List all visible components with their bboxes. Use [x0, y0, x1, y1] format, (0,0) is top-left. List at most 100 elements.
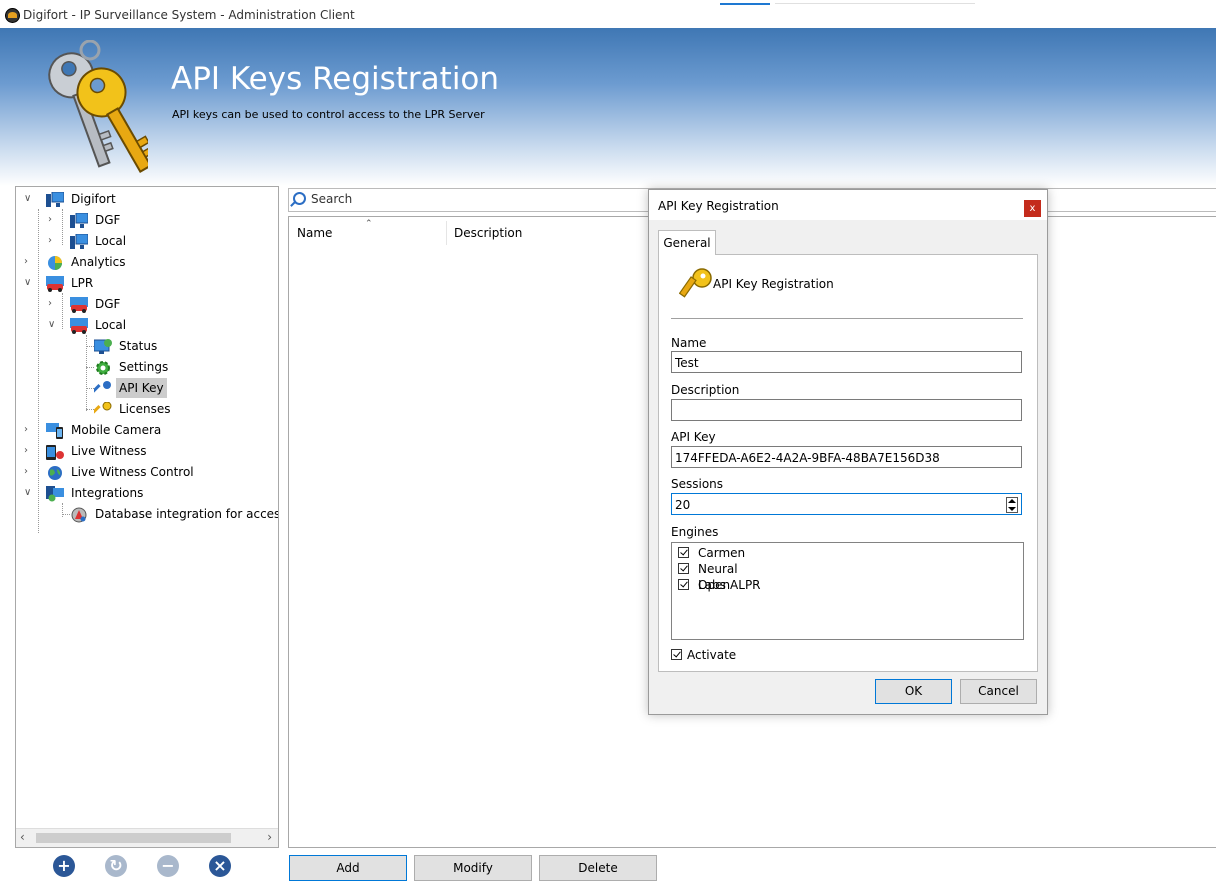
dialog-titlebar[interactable]: API Key Registration x	[649, 190, 1047, 220]
close-button[interactable]: x	[1024, 200, 1041, 217]
tree-horizontal-scrollbar[interactable]: ‹ ›	[16, 828, 278, 847]
tree-item-label: Analytics	[71, 255, 126, 269]
plus-icon: +	[57, 856, 71, 875]
page-subtitle: API keys can be used to control access t…	[172, 108, 485, 121]
tree-connector	[86, 367, 94, 368]
monitor-icon	[94, 339, 112, 354]
api-key-label: API Key	[671, 430, 716, 444]
titlebar-divider	[775, 3, 975, 4]
server-icon	[46, 192, 64, 207]
checkbox-checked-icon[interactable]	[678, 563, 689, 574]
cancel-button[interactable]: Cancel	[960, 679, 1037, 704]
window-title: Digifort - IP Surveillance System - Admi…	[23, 8, 355, 22]
tree-item-label: DGF	[95, 297, 121, 311]
description-label: Description	[671, 383, 740, 397]
spin-arrows-icon[interactable]	[1006, 497, 1018, 513]
key-icon	[94, 381, 111, 393]
tree-connector	[62, 293, 63, 329]
refresh-icon: ↻	[109, 856, 123, 875]
page-title: API Keys Registration	[171, 61, 500, 97]
expand-chevron-icon[interactable]: ›	[24, 420, 34, 440]
collapse-chevron-icon[interactable]: ∨	[24, 273, 34, 293]
close-icon: x	[1029, 203, 1036, 214]
tree-item-label: Local	[95, 234, 127, 248]
collapse-chevron-icon[interactable]: ∨	[24, 483, 34, 503]
checkbox-checked-icon[interactable]	[671, 649, 682, 660]
navigation-tree[interactable]: ∨ Digifort › DGF › Local › Analytics ∨ L…	[15, 186, 279, 848]
tree-item-label: Live Witness Control	[71, 465, 194, 479]
mobile-camera-icon	[46, 423, 63, 439]
expand-chevron-icon[interactable]: ›	[24, 441, 34, 461]
column-header-name[interactable]: Name	[297, 217, 332, 247]
sessions-value: 20	[675, 498, 691, 512]
separator	[671, 318, 1023, 319]
close-icon: ×	[213, 856, 227, 875]
api-key-field[interactable]: 174FFEDA-A6E2-4A2A-9BFA-48BA7E156D38	[671, 446, 1022, 468]
search-input[interactable]: Search	[311, 192, 352, 206]
window-titlebar: Digifort - IP Surveillance System - Admi…	[0, 0, 1216, 28]
collapse-chevron-icon[interactable]: ∨	[48, 315, 58, 335]
tree-item-label: Database integration for access c	[95, 507, 279, 521]
tree-item-label: Settings	[119, 360, 169, 374]
activate-label: Activate	[687, 648, 737, 662]
general-tab-panel: API Key Registration Name Test Descripti…	[658, 254, 1038, 672]
expand-chevron-icon[interactable]: ›	[24, 252, 34, 272]
tree-item-label: Live Witness	[71, 444, 147, 458]
add-node-button[interactable]: +	[53, 855, 75, 877]
api-key-registration-dialog[interactable]: API Key Registration x General API Key R…	[648, 189, 1048, 715]
tree-connector	[86, 409, 94, 410]
remove-node-button[interactable]: −	[157, 855, 179, 877]
name-label: Name	[671, 336, 707, 350]
delete-button[interactable]: Delete	[539, 855, 657, 881]
tree-item-label: LPR	[71, 276, 94, 290]
keys-icon	[48, 40, 148, 173]
search-icon	[293, 192, 306, 205]
sessions-label: Sessions	[671, 477, 724, 491]
server-icon	[70, 213, 88, 228]
checkbox-checked-icon[interactable]	[678, 547, 689, 558]
live-witness-icon	[46, 445, 64, 460]
tree-item-label: Integrations	[71, 486, 144, 500]
tree-item-label: Digifort	[71, 192, 116, 206]
add-button[interactable]: Add	[289, 855, 407, 881]
integrations-icon	[46, 486, 64, 502]
page-header: API Keys Registration API keys can be us…	[0, 28, 1216, 186]
tree-item-label: DGF	[95, 213, 121, 227]
tree-item-label: API Key	[116, 378, 167, 398]
expand-chevron-icon[interactable]: ›	[48, 294, 58, 314]
scroll-right-icon[interactable]: ›	[267, 830, 272, 844]
scrollbar-thumb[interactable]	[36, 833, 231, 843]
car-icon	[46, 276, 64, 292]
tree-connector	[86, 346, 94, 347]
tree-connector	[62, 514, 70, 515]
tab-general[interactable]: General	[658, 230, 716, 255]
tree-connector	[38, 209, 39, 533]
collapse-chevron-icon[interactable]: ∨	[24, 189, 34, 209]
expand-chevron-icon[interactable]: ›	[24, 462, 34, 482]
dialog-title: API Key Registration	[658, 199, 779, 213]
app-logo-icon	[5, 8, 20, 23]
tree-item-label: Mobile Camera	[71, 423, 162, 437]
engines-checklist[interactable]: Carmen Neural Labs OpenALPR	[671, 542, 1024, 640]
key-icon	[679, 268, 712, 298]
tree-connector	[62, 209, 63, 245]
engine-label: Carmen	[698, 546, 746, 560]
expand-chevron-icon[interactable]: ›	[48, 231, 58, 251]
car-icon	[70, 297, 88, 313]
description-field[interactable]	[671, 399, 1022, 421]
gear-icon	[96, 361, 110, 375]
scroll-left-icon[interactable]: ‹	[20, 830, 25, 844]
modify-button[interactable]: Modify	[414, 855, 532, 881]
engines-label: Engines	[671, 525, 719, 539]
panel-heading: API Key Registration	[713, 277, 834, 291]
ok-button[interactable]: OK	[875, 679, 952, 704]
refresh-button[interactable]: ↻	[105, 855, 127, 877]
name-field[interactable]: Test	[671, 351, 1022, 373]
sessions-stepper[interactable]: 20	[671, 493, 1022, 515]
cancel-node-button[interactable]: ×	[209, 855, 231, 877]
checkbox-checked-icon[interactable]	[678, 579, 689, 590]
license-key-icon	[94, 402, 112, 414]
expand-chevron-icon[interactable]: ›	[48, 210, 58, 230]
column-divider[interactable]	[446, 221, 447, 245]
column-header-description[interactable]: Description	[454, 217, 522, 247]
